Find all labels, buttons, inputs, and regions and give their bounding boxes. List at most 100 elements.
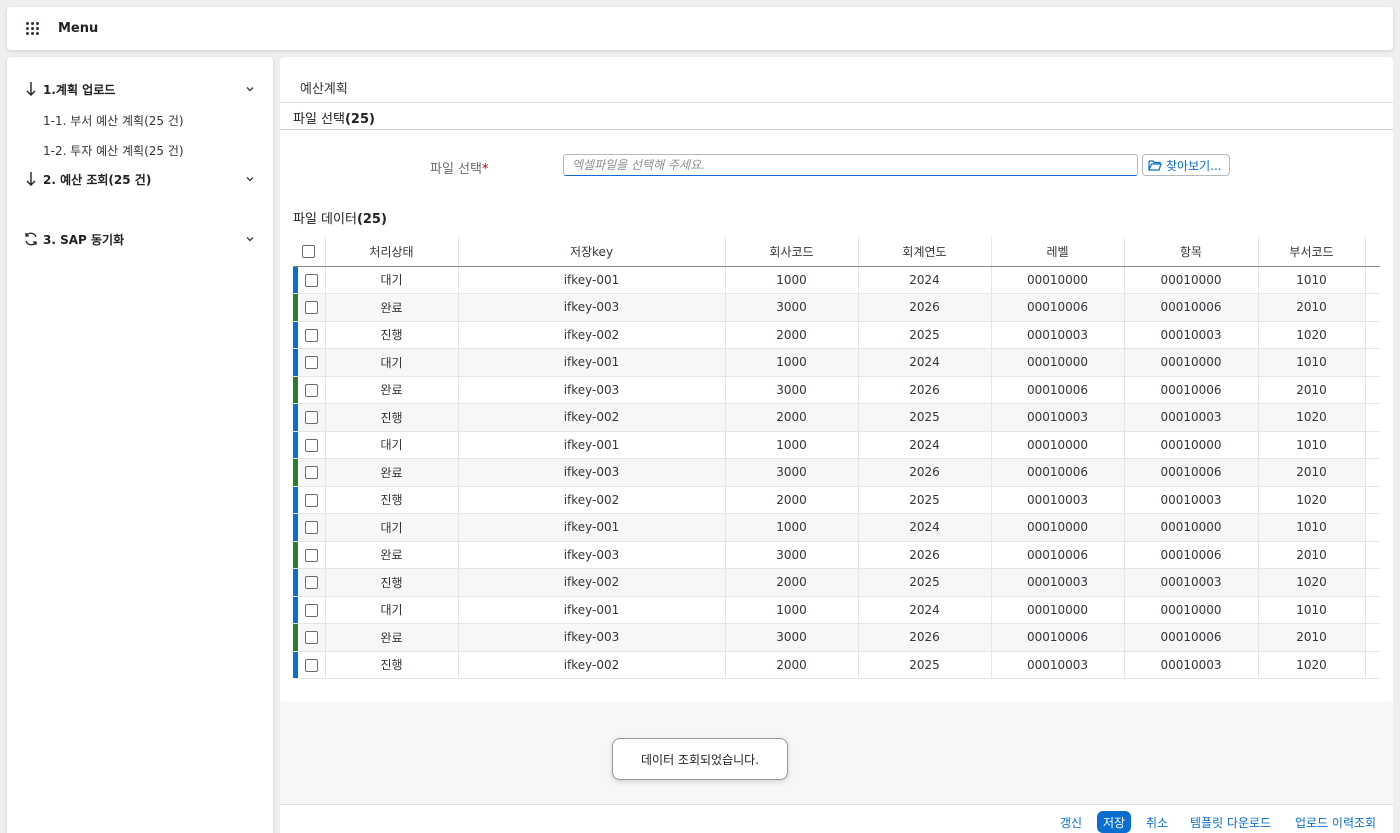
company-cell: 3000 xyxy=(725,293,859,322)
row-checkbox[interactable] xyxy=(304,438,318,452)
table-row[interactable]: 완료 ifkey-003 3000 2026 00010006 00010006 2010 xyxy=(293,623,1380,652)
chevron-down-icon[interactable] xyxy=(245,173,255,188)
key-cell: ifkey-003 xyxy=(458,458,726,487)
status-cell: 대기 xyxy=(325,431,459,459)
row-filler-cell xyxy=(1365,458,1380,487)
company-cell: 3000 xyxy=(725,458,859,487)
table-row[interactable]: 대기 ifkey-001 1000 2024 00010000 00010000 1010 xyxy=(293,266,1380,294)
item-cell: 00010003 xyxy=(1124,651,1259,679)
row-checkbox[interactable] xyxy=(304,301,318,315)
divider xyxy=(280,129,1393,130)
row-checkbox[interactable] xyxy=(304,603,318,617)
row-checkbox[interactable] xyxy=(304,411,318,425)
column-header-level[interactable]: 레벨 xyxy=(991,237,1125,267)
column-header-dept[interactable]: 부서코드 xyxy=(1258,237,1366,267)
row-checkbox[interactable] xyxy=(304,548,318,562)
template-download-button[interactable]: 템플릿 다운로드 xyxy=(1190,811,1271,833)
row-select-cell xyxy=(293,266,326,294)
row-filler-cell xyxy=(1365,651,1380,679)
chevron-down-icon[interactable] xyxy=(245,233,255,248)
page-title: 예산계획 xyxy=(300,82,348,97)
row-select-cell xyxy=(293,458,326,487)
app-grid-icon[interactable] xyxy=(26,21,40,36)
table-row[interactable]: 완료 ifkey-003 3000 2026 00010006 00010006 2010 xyxy=(293,541,1380,569)
level-cell: 00010003 xyxy=(991,403,1125,432)
data-section-count: (25) xyxy=(356,212,387,227)
status-cell: 대기 xyxy=(325,266,459,294)
table-row[interactable]: 대기 ifkey-001 1000 2024 00010000 00010000 1010 xyxy=(293,596,1380,624)
row-checkbox[interactable] xyxy=(304,493,318,507)
level-cell: 00010006 xyxy=(991,541,1125,569)
table-row[interactable]: 대기 ifkey-001 1000 2024 00010000 00010000 1010 xyxy=(293,431,1380,459)
column-header-key[interactable]: 저장key xyxy=(458,237,726,267)
item-cell: 00010000 xyxy=(1124,596,1259,624)
folder-open-icon xyxy=(1148,160,1162,171)
key-cell: ifkey-001 xyxy=(458,348,726,377)
row-select-cell xyxy=(293,293,326,322)
column-header-company[interactable]: 회사코드 xyxy=(725,237,859,267)
row-select-cell xyxy=(293,486,326,514)
row-checkbox[interactable] xyxy=(304,383,318,397)
row-filler-cell xyxy=(1365,376,1380,404)
row-checkbox[interactable] xyxy=(304,521,318,535)
status-cell: 완료 xyxy=(325,293,459,322)
upload-history-button[interactable]: 업로드 이력조회 xyxy=(1295,811,1376,833)
table-row[interactable]: 완료 ifkey-003 3000 2026 00010006 00010006 2010 xyxy=(293,458,1380,487)
row-select-cell xyxy=(293,651,326,679)
table-body: 대기 ifkey-001 1000 2024 00010000 00010000 1010 완… xyxy=(293,266,1380,679)
table-row[interactable]: 진행 ifkey-002 2000 2025 00010003 00010003 1020 xyxy=(293,486,1380,514)
year-cell: 2024 xyxy=(858,266,992,294)
key-cell: ifkey-002 xyxy=(458,568,726,597)
row-select-cell xyxy=(293,623,326,652)
table-row[interactable]: 대기 ifkey-001 1000 2024 00010000 00010000 1010 xyxy=(293,513,1380,542)
year-cell: 2026 xyxy=(858,541,992,569)
chevron-down-icon[interactable] xyxy=(245,83,255,98)
data-table-container: 처리상태 저장key 회사코드 회계연도 레벨 항목 부서코드 대기 ifkey-… xyxy=(293,237,1380,679)
sidebar-item-budget-query[interactable]: 2. 예산 조회(25 건) xyxy=(7,167,273,191)
table-row[interactable]: 대기 ifkey-001 1000 2024 00010000 00010000 1010 xyxy=(293,348,1380,377)
row-status-indicator xyxy=(293,431,298,458)
row-checkbox[interactable] xyxy=(304,328,318,342)
table-row[interactable]: 진행 ifkey-002 2000 2025 00010003 00010003 1020 xyxy=(293,403,1380,432)
row-checkbox[interactable] xyxy=(304,356,318,370)
company-cell: 1000 xyxy=(725,596,859,624)
row-checkbox[interactable] xyxy=(304,658,318,672)
row-checkbox[interactable] xyxy=(304,576,318,590)
column-header-status[interactable]: 처리상태 xyxy=(325,237,459,267)
item-cell: 00010000 xyxy=(1124,266,1259,294)
sidebar-item-plan-upload[interactable]: 1.계획 업로드 xyxy=(7,77,273,101)
status-cell: 진행 xyxy=(325,568,459,597)
row-checkbox[interactable] xyxy=(304,273,318,287)
file-section-count: (25) xyxy=(344,112,375,127)
refresh-button[interactable]: 갱신 xyxy=(1060,811,1082,833)
row-checkbox[interactable] xyxy=(304,466,318,480)
key-cell: ifkey-001 xyxy=(458,266,726,294)
key-cell: ifkey-002 xyxy=(458,403,726,432)
cancel-button[interactable]: 취소 xyxy=(1146,811,1168,833)
sidebar-subitem-invest-budget[interactable]: 1-2. 투자 예산 계획(25 건) xyxy=(43,142,184,159)
table-row[interactable]: 완료 ifkey-003 3000 2026 00010006 00010006 2010 xyxy=(293,376,1380,404)
menu-label[interactable]: Menu xyxy=(58,21,98,36)
save-button[interactable]: 저장 xyxy=(1097,811,1132,833)
sidebar-subitem-dept-budget[interactable]: 1-1. 부서 예산 계획(25 건) xyxy=(43,112,184,129)
dept-cell: 1010 xyxy=(1258,431,1366,459)
status-cell: 대기 xyxy=(325,513,459,542)
row-checkbox[interactable] xyxy=(304,631,318,645)
table-row[interactable]: 진행 ifkey-002 2000 2025 00010003 00010003 1020 xyxy=(293,568,1380,597)
year-cell: 2025 xyxy=(858,568,992,597)
sidebar-item-sap-sync[interactable]: 3. SAP 동기화 xyxy=(7,227,273,251)
row-filler-cell xyxy=(1365,541,1380,569)
data-table: 처리상태 저장key 회사코드 회계연도 레벨 항목 부서코드 대기 ifkey-… xyxy=(293,237,1380,679)
level-cell: 00010006 xyxy=(991,376,1125,404)
table-row[interactable]: 진행 ifkey-002 2000 2025 00010003 00010003 1020 xyxy=(293,651,1380,679)
table-row[interactable]: 완료 ifkey-003 3000 2026 00010006 00010006 2010 xyxy=(293,293,1380,322)
year-cell: 2025 xyxy=(858,651,992,679)
select-all-checkbox[interactable] xyxy=(302,245,316,259)
dept-cell: 1020 xyxy=(1258,321,1366,349)
company-cell: 2000 xyxy=(725,568,859,597)
file-input[interactable]: 엑셀파일을 선택해 주세요. xyxy=(563,154,1138,176)
table-row[interactable]: 진행 ifkey-002 2000 2025 00010003 00010003 1020 xyxy=(293,321,1380,349)
browse-button[interactable]: 찾아보기... xyxy=(1142,154,1230,176)
column-header-year[interactable]: 회계연도 xyxy=(858,237,992,267)
column-header-item[interactable]: 항목 xyxy=(1124,237,1259,267)
